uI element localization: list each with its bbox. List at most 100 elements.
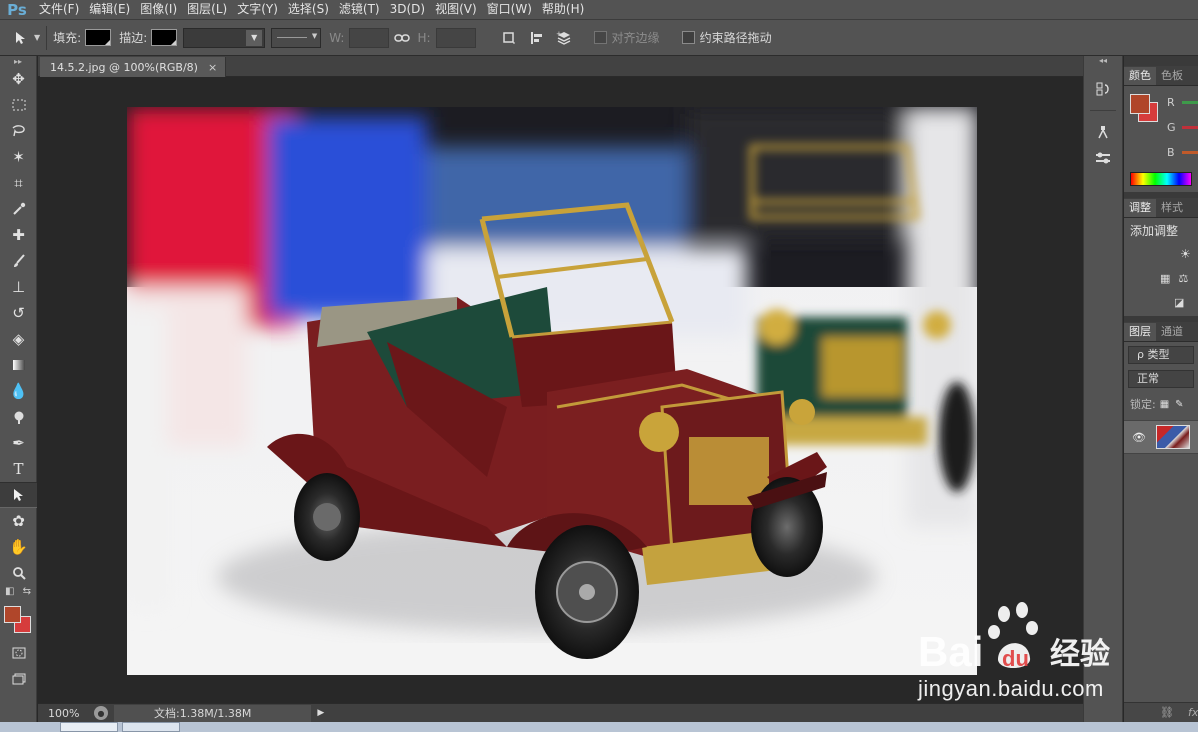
crop-tool-icon[interactable]: ⌗ xyxy=(0,170,37,196)
path-arrangement-icon[interactable]: + xyxy=(554,27,576,49)
levels-icon[interactable]: ▦ xyxy=(1160,272,1170,285)
menu-file[interactable]: 文件(F) xyxy=(34,0,84,19)
tab-swatches[interactable]: 色板 xyxy=(1156,67,1188,85)
lock-transparency-icon[interactable]: ▦ xyxy=(1160,399,1169,410)
status-info-icon[interactable]: ● xyxy=(94,706,108,720)
exposure-icon[interactable]: ◪ xyxy=(1174,296,1184,309)
chevron-down-icon: ▼ xyxy=(311,31,318,40)
add-adjustment-label: 添加调整 xyxy=(1130,223,1179,238)
tab-layers[interactable]: 图层 xyxy=(1124,323,1156,341)
tool-presets-icon[interactable] xyxy=(1084,145,1122,171)
taskbar-button[interactable] xyxy=(60,722,118,732)
menu-bar: Ps 文件(F) 编辑(E) 图像(I) 图层(L) 文字(Y) 选择(S) 滤… xyxy=(0,0,1198,19)
lock-pixels-icon[interactable]: ✎ xyxy=(1175,399,1183,410)
fill-swatch[interactable] xyxy=(85,29,112,46)
constrain-path-checkbox[interactable] xyxy=(681,31,695,44)
balance-icon[interactable]: ⚖ xyxy=(1178,272,1188,285)
path-selection-tool-icon[interactable] xyxy=(0,482,37,508)
blend-mode-dropdown[interactable]: 正常 xyxy=(1128,370,1194,388)
marquee-tool-icon[interactable] xyxy=(0,92,37,118)
brand-text: Bai xyxy=(918,628,983,675)
panel-foreground-swatch[interactable] xyxy=(1130,94,1150,114)
screen-mode-icon[interactable] xyxy=(0,666,37,692)
custom-shape-tool-icon[interactable]: ✿ xyxy=(0,508,37,534)
tab-adjustments[interactable]: 调整 xyxy=(1124,199,1156,217)
tab-color[interactable]: 颜色 xyxy=(1124,67,1156,85)
pen-tool-icon[interactable]: ✒ xyxy=(0,430,37,456)
status-menu-arrow-icon[interactable]: ▶ xyxy=(317,708,324,718)
document-size: 文档:1.38M/1.38M xyxy=(114,704,312,722)
brush-presets-icon[interactable] xyxy=(1084,119,1122,145)
default-colors-icon[interactable]: ◧ xyxy=(5,586,14,600)
link-layers-icon[interactable]: ⛓ xyxy=(1160,706,1174,719)
eraser-tool-icon[interactable]: ◈ xyxy=(0,326,37,352)
link-icon[interactable] xyxy=(391,27,413,49)
document-tab[interactable]: 14.5.2.jpg @ 100%(RGB/8) × xyxy=(40,57,227,77)
menu-help[interactable]: 帮助(H) xyxy=(537,0,589,19)
color-panel: R G B xyxy=(1124,86,1198,166)
path-operations-icon[interactable] xyxy=(498,27,520,49)
foreground-color-swatch[interactable] xyxy=(4,606,21,623)
layer-kind-filter[interactable]: ρ 类型 xyxy=(1128,346,1194,364)
stroke-width-dropdown[interactable]: ▼ xyxy=(183,27,266,48)
baidu-logo: Bai du 经验 xyxy=(918,602,1110,675)
document-title: 14.5.2.jpg @ 100%(RGB/8) xyxy=(50,60,198,74)
color-spectrum[interactable] xyxy=(1130,172,1192,186)
red-label: R xyxy=(1167,96,1175,109)
photoshop-window: Ps 文件(F) 编辑(E) 图像(I) 图层(L) 文字(Y) 选择(S) 滤… xyxy=(0,0,1198,732)
eyedropper-tool-icon[interactable] xyxy=(0,196,37,222)
menu-edit[interactable]: 编辑(E) xyxy=(84,0,135,19)
menu-filter[interactable]: 滤镜(T) xyxy=(334,0,385,19)
hand-tool-icon[interactable]: ✋ xyxy=(0,534,37,560)
zoom-level[interactable]: 100% xyxy=(38,707,88,720)
path-alignment-icon[interactable] xyxy=(526,27,548,49)
history-panel-icon[interactable] xyxy=(1084,76,1122,102)
tab-channels[interactable]: 通道 xyxy=(1156,323,1188,341)
brush-tool-icon[interactable] xyxy=(0,248,37,274)
green-slider[interactable] xyxy=(1182,126,1198,129)
chevron-down-icon: ▼ xyxy=(246,29,263,46)
clone-stamp-tool-icon[interactable]: ⊥ xyxy=(0,274,37,300)
dock-collapse-icon[interactable]: ◂◂ xyxy=(1084,56,1122,66)
magic-wand-tool-icon[interactable]: ✶ xyxy=(0,144,37,170)
layer-style-icon[interactable]: fx xyxy=(1188,706,1198,719)
stroke-swatch[interactable] xyxy=(151,29,178,46)
brightness-icon[interactable]: ☀ xyxy=(1180,247,1191,261)
path-select-tool-preset-icon[interactable] xyxy=(10,27,32,49)
height-input[interactable] xyxy=(435,27,476,48)
close-icon[interactable]: × xyxy=(208,61,217,74)
panel-collapse-icon[interactable]: ▸▸ xyxy=(0,56,36,66)
brand-text-2: du xyxy=(1002,646,1029,671)
lasso-tool-icon[interactable] xyxy=(0,118,37,144)
menu-view[interactable]: 视图(V) xyxy=(430,0,482,19)
dodge-tool-icon[interactable] xyxy=(0,404,37,430)
healing-brush-tool-icon[interactable]: ✚ xyxy=(0,222,37,248)
taskbar-button[interactable] xyxy=(122,722,180,732)
tool-preset-arrow-icon[interactable]: ▼ xyxy=(34,33,40,42)
app-logo: Ps xyxy=(7,0,27,19)
move-tool-icon[interactable]: ✥ xyxy=(0,66,37,92)
menu-type[interactable]: 文字(Y) xyxy=(232,0,283,19)
document-tabs: 14.5.2.jpg @ 100%(RGB/8) × xyxy=(38,56,1083,77)
menu-window[interactable]: 窗口(W) xyxy=(482,0,537,19)
red-slider[interactable] xyxy=(1182,101,1198,104)
gradient-tool-icon[interactable] xyxy=(0,352,37,378)
tab-styles[interactable]: 样式 xyxy=(1156,199,1188,217)
menu-3d[interactable]: 3D(D) xyxy=(385,0,430,19)
layers-panel-tabs: 图层 通道 xyxy=(1124,322,1198,342)
layer-row-background[interactable]: 👁 xyxy=(1124,420,1198,454)
quick-mask-icon[interactable] xyxy=(0,640,37,666)
blue-slider[interactable] xyxy=(1182,151,1198,154)
swap-colors-icon[interactable]: ⇆ xyxy=(23,586,31,600)
align-edges-checkbox[interactable] xyxy=(593,31,607,44)
stroke-type-dropdown[interactable]: ▼ xyxy=(271,27,322,48)
menu-image[interactable]: 图像(I) xyxy=(135,0,182,19)
menu-layer[interactable]: 图层(L) xyxy=(182,0,232,19)
zoom-tool-icon[interactable] xyxy=(0,560,37,586)
eye-visibility-icon[interactable]: 👁 xyxy=(1132,431,1146,444)
history-brush-tool-icon[interactable]: ↺ xyxy=(0,300,37,326)
blur-tool-icon[interactable]: 💧 xyxy=(0,378,37,404)
width-input[interactable] xyxy=(349,27,390,48)
menu-select[interactable]: 选择(S) xyxy=(283,0,334,19)
type-tool-icon[interactable]: T xyxy=(0,456,37,482)
